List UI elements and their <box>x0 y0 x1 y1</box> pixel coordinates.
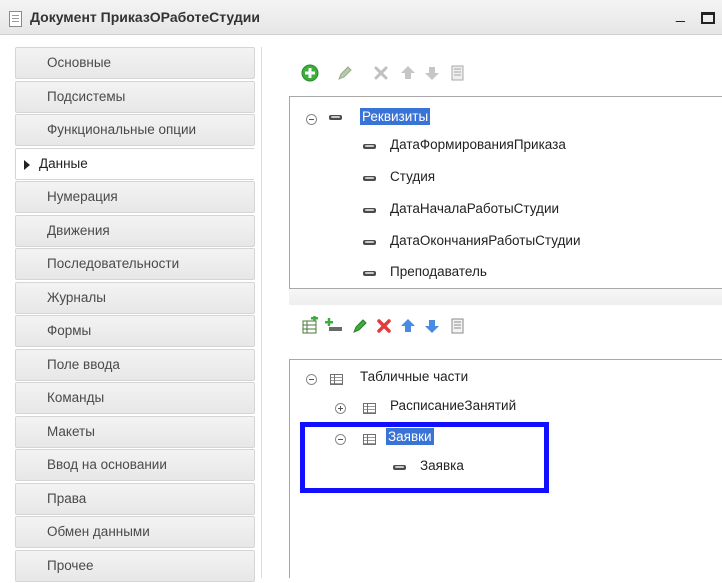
sidebar-item-label: Права <box>47 490 87 506</box>
attribute-icon <box>363 144 376 149</box>
sidebar-item-label: Команды <box>47 390 105 405</box>
sidebar-item-label: Данные <box>39 155 88 171</box>
sidebar-item-templates[interactable]: Макеты <box>15 415 255 448</box>
sidebar-item-label: Подсистемы <box>47 88 126 104</box>
delete-icon[interactable] <box>374 316 394 336</box>
sidebar-item-data-exchange[interactable]: Обмен данными <box>15 516 255 548</box>
sidebar-item-data[interactable]: Данные <box>15 147 255 180</box>
attribute-icon <box>363 176 376 181</box>
edit-pencil-icon[interactable] <box>335 63 355 83</box>
document-icon <box>9 11 22 27</box>
panel-separator[interactable] <box>289 289 722 305</box>
move-up-icon[interactable] <box>398 316 418 336</box>
attribute-item[interactable]: ДатаНачалаРаботыСтудии <box>390 201 559 216</box>
sidebar-item-journals[interactable]: Журналы <box>15 281 255 314</box>
sidebar-item-functional-options[interactable]: Функциональные опции <box>15 114 255 146</box>
sidebar-item-numbering[interactable]: Нумерация <box>15 181 255 213</box>
attribute-icon <box>363 208 376 213</box>
attributes-root-node[interactable]: Реквизиты <box>360 108 431 125</box>
sidebar-item-label: Движения <box>47 222 110 238</box>
sidebar-divider <box>261 47 262 578</box>
sidebar-item-label: Прочее <box>47 557 94 573</box>
attribute-icon <box>363 271 376 276</box>
attribute-item[interactable]: ДатаФормированияПриказа <box>390 137 566 152</box>
move-down-icon[interactable] <box>422 63 442 83</box>
sidebar-item-label: Формы <box>47 323 92 338</box>
collapse-icon[interactable] <box>306 114 317 125</box>
tabular-section-item[interactable]: РасписаниеЗанятий <box>390 398 516 413</box>
sidebar-item-basic[interactable]: Основные <box>15 47 255 79</box>
attribute-item[interactable]: Преподаватель <box>390 264 487 279</box>
sidebar-item-input-by-basis[interactable]: Ввод на основании <box>15 449 255 481</box>
attribute-icon <box>329 115 342 120</box>
add-column-icon[interactable] <box>324 316 344 336</box>
sidebar-item-forms[interactable]: Формы <box>15 315 255 347</box>
window-titlebar: Документ ПриказОРаботеСтудии _ <box>0 0 722 35</box>
sidebar: Основные Подсистемы Функциональные опции… <box>15 47 255 583</box>
sidebar-item-rights[interactable]: Права <box>15 482 255 515</box>
collapse-icon[interactable] <box>306 374 317 385</box>
sidebar-item-label: Журналы <box>47 289 106 305</box>
minimize-button[interactable]: _ <box>676 6 690 26</box>
attributes-tree <box>289 96 722 289</box>
table-icon <box>330 374 343 385</box>
highlight-box <box>300 422 549 493</box>
sidebar-item-label: Последовательности <box>47 256 180 271</box>
sidebar-item-label: Макеты <box>47 423 95 439</box>
sidebar-item-subsystems[interactable]: Подсистемы <box>15 80 255 113</box>
window-title: Документ ПриказОРаботеСтудии <box>30 9 260 25</box>
sidebar-item-label: Нумерация <box>47 189 118 204</box>
attribute-icon <box>363 240 376 245</box>
sort-list-icon[interactable] <box>448 63 468 83</box>
maximize-button[interactable] <box>701 12 715 24</box>
add-table-icon[interactable] <box>300 316 320 336</box>
sidebar-item-commands[interactable]: Команды <box>15 382 255 414</box>
tabular-sections-root-node[interactable]: Табличные части <box>360 369 468 384</box>
attribute-item[interactable]: Студия <box>390 169 435 184</box>
sidebar-item-movements[interactable]: Движения <box>15 214 255 247</box>
attribute-item[interactable]: ДатаОкончанияРаботыСтудии <box>390 233 581 248</box>
sidebar-item-label: Ввод на основании <box>47 457 167 472</box>
add-icon[interactable] <box>300 63 320 83</box>
sidebar-item-other[interactable]: Прочее <box>15 549 255 582</box>
move-up-icon[interactable] <box>398 63 418 83</box>
sidebar-item-label: Поле ввода <box>47 356 120 372</box>
current-arrow-icon <box>24 159 30 170</box>
sidebar-item-label: Обмен данными <box>47 524 150 539</box>
edit-pencil-icon[interactable] <box>350 316 370 336</box>
sidebar-item-label: Функциональные опции <box>47 122 197 137</box>
table-icon <box>363 403 376 414</box>
move-down-icon[interactable] <box>422 316 442 336</box>
sidebar-item-input-field[interactable]: Поле ввода <box>15 348 255 381</box>
expand-icon[interactable] <box>335 403 346 414</box>
delete-icon[interactable] <box>371 63 391 83</box>
sidebar-item-sequences[interactable]: Последовательности <box>15 248 255 280</box>
sidebar-item-label: Основные <box>47 55 112 70</box>
sort-list-icon[interactable] <box>448 316 468 336</box>
